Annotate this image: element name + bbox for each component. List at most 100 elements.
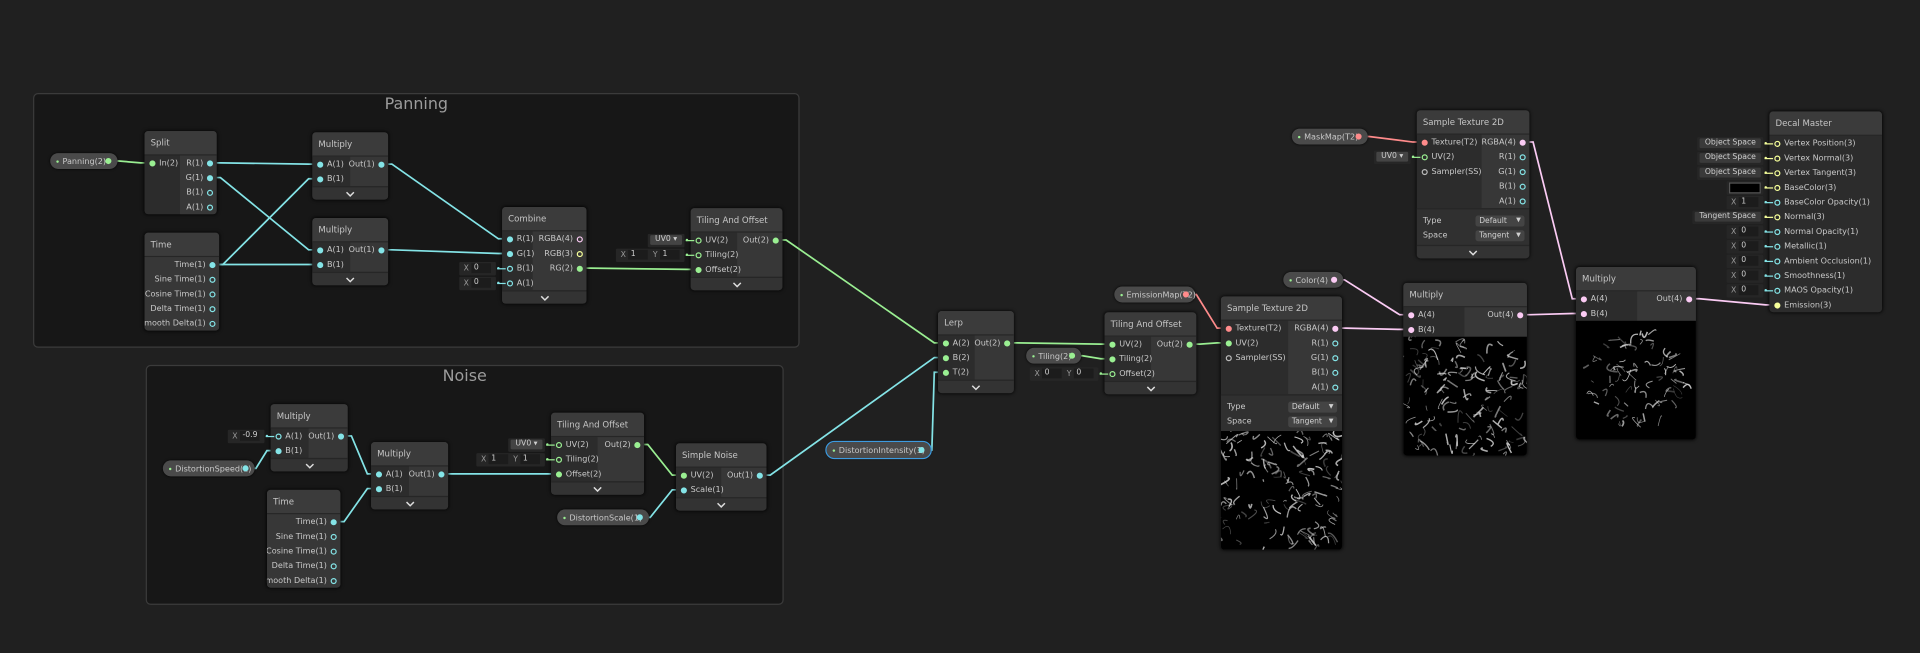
empty-port-icon[interactable] <box>206 189 213 196</box>
collapse-toggle-button[interactable] <box>312 186 389 200</box>
empty-port-icon[interactable] <box>1773 257 1780 264</box>
space-dropdown[interactable]: Object Space <box>1699 138 1761 149</box>
node-decal[interactable]: Decal Master Vertex Position(3) Vertex Nor… <box>1769 111 1883 313</box>
property-color[interactable]: Color(4) <box>1283 271 1344 288</box>
connected-port-icon[interactable] <box>694 266 702 273</box>
connected-port-icon[interactable] <box>1185 341 1193 348</box>
connected-port-icon[interactable] <box>1580 295 1587 302</box>
node-st2[interactable]: Sample Texture 2D Texture(T2) UV(2) Sampler… <box>1416 110 1530 259</box>
empty-port-icon[interactable] <box>206 203 213 211</box>
inline-vec-field[interactable]: X1Y1 <box>615 247 685 262</box>
edge-st1-to-mul5[interactable] <box>1334 327 1411 331</box>
node-title[interactable]: Multiply <box>270 404 348 429</box>
node-time2[interactable]: Time Time(1) Sine Time(1) Cosine Time(1) Del… <box>266 489 341 588</box>
space-dropdown[interactable]: Tangent Space <box>1694 211 1761 222</box>
uv-channel-dropdown[interactable]: UV0 ▾ <box>510 439 543 450</box>
collapse-toggle-button[interactable] <box>270 457 348 472</box>
collapse-toggle-button[interactable] <box>502 290 587 304</box>
empty-port-icon[interactable] <box>555 456 562 463</box>
value-input[interactable]: 0 <box>1738 255 1759 266</box>
value-input[interactable]: 0 <box>1738 285 1759 296</box>
collapse-toggle-button[interactable] <box>1104 380 1197 395</box>
empty-port-icon[interactable] <box>1773 198 1780 206</box>
empty-port-icon[interactable] <box>1331 354 1338 361</box>
empty-port-icon[interactable] <box>1108 370 1115 377</box>
connected-port-icon[interactable] <box>1354 133 1362 140</box>
value-input[interactable]: 0 <box>1738 226 1759 237</box>
connected-port-icon[interactable] <box>375 485 382 492</box>
inline-vec-field[interactable]: X0 <box>1726 268 1764 283</box>
node-title[interactable]: Split <box>144 131 217 156</box>
inline-color-field[interactable] <box>1726 180 1764 195</box>
inline-text-field[interactable]: Object Space <box>1697 136 1764 151</box>
empty-port-icon[interactable] <box>1518 183 1526 190</box>
node-time1[interactable]: Time Time(1) Sine Time(1) Cosine Time(1) Del… <box>144 232 220 331</box>
connected-port-icon[interactable] <box>680 486 687 493</box>
connected-port-icon[interactable] <box>772 236 779 244</box>
edge-mul5-to-mul6[interactable] <box>1519 312 1584 316</box>
node-title[interactable]: Time <box>144 232 220 258</box>
empty-port-icon[interactable] <box>1331 369 1338 376</box>
node-title[interactable]: Multiply <box>371 442 449 467</box>
empty-port-icon[interactable] <box>694 251 702 258</box>
node-title[interactable]: Sample Texture 2D <box>1220 296 1343 321</box>
node-title[interactable]: Simple Noise <box>675 443 767 468</box>
value-input[interactable]: 0 <box>1738 270 1759 281</box>
connected-port-icon[interactable] <box>633 441 640 448</box>
empty-port-icon[interactable] <box>1518 153 1526 160</box>
inline-vec-field[interactable]: X -0.9 <box>227 429 265 443</box>
connected-port-icon[interactable] <box>1518 138 1526 146</box>
inline-dropdown-field[interactable]: UV0 ▾ <box>647 233 685 247</box>
property-dscale[interactable]: DistortionScale(1) <box>557 509 649 526</box>
inline-vec-field[interactable]: X1 <box>1726 195 1764 209</box>
node-st1[interactable]: Sample Texture 2D Texture(T2) UV(2) Sampler… <box>1220 296 1343 550</box>
connected-port-icon[interactable] <box>1407 326 1414 333</box>
inline-text-field[interactable]: Tangent Space <box>1692 210 1764 224</box>
space-dropdown[interactable]: Object Space <box>1699 167 1761 178</box>
connected-port-icon[interactable] <box>756 472 763 479</box>
node-combine[interactable]: Combine R(1) G(1) B(1) A(1) RGBA(4) RGB(3) RG(2… <box>502 206 587 304</box>
connected-port-icon[interactable] <box>1003 339 1010 346</box>
node-title[interactable]: Tiling And Offset <box>1104 312 1197 337</box>
inline-text-field[interactable]: Object Space <box>1697 165 1764 180</box>
connected-port-icon[interactable] <box>206 159 213 166</box>
value-input[interactable]: 1 <box>488 454 509 465</box>
connected-port-icon[interactable] <box>1516 311 1523 318</box>
connected-port-icon[interactable] <box>437 470 444 477</box>
empty-port-icon[interactable] <box>330 577 337 584</box>
node-title[interactable]: Multiply <box>1403 282 1527 308</box>
empty-port-icon[interactable] <box>1773 213 1780 220</box>
inline-vec-field[interactable]: X0 <box>458 261 496 275</box>
empty-port-icon[interactable] <box>1773 140 1780 147</box>
empty-port-icon[interactable] <box>576 250 583 257</box>
node-mul3[interactable]: Multiply A(1) B(1) Out(1) <box>270 404 348 472</box>
node-title[interactable]: Combine <box>502 206 587 232</box>
inline-vec-field[interactable]: X0 <box>1726 283 1764 297</box>
space-dropdown[interactable]: Object Space <box>1699 153 1761 163</box>
inline-dropdown-field[interactable]: UV0 ▾ <box>508 437 545 452</box>
empty-port-icon[interactable] <box>208 276 215 283</box>
node-title[interactable]: Tiling And Offset <box>551 412 645 438</box>
value-input[interactable]: 0 <box>1738 241 1759 252</box>
empty-port-icon[interactable] <box>208 305 215 312</box>
edge-to1-to-lerp[interactable] <box>775 239 946 344</box>
edge-mul6-to-decal[interactable] <box>1688 297 1777 306</box>
collapse-toggle-button[interactable] <box>1416 244 1530 259</box>
connected-port-icon[interactable] <box>1330 276 1337 283</box>
connected-port-icon[interactable] <box>1225 339 1232 346</box>
value-input[interactable]: 0 <box>471 277 492 288</box>
empty-port-icon[interactable] <box>1773 287 1780 294</box>
empty-port-icon[interactable] <box>1518 197 1526 204</box>
connected-port-icon[interactable] <box>636 514 643 521</box>
connected-port-icon[interactable] <box>1108 355 1115 362</box>
connected-port-icon[interactable] <box>1773 301 1780 308</box>
connected-port-icon[interactable] <box>316 161 323 168</box>
connected-port-icon[interactable] <box>1182 291 1189 298</box>
node-mul2[interactable]: Multiply A(1) B(1) Out(1) <box>312 217 389 286</box>
setting-space-dropdown[interactable]: Tangent ▼ <box>1475 229 1525 241</box>
connected-port-icon[interactable] <box>1331 325 1338 332</box>
connected-port-icon[interactable] <box>917 446 924 454</box>
node-title[interactable]: Multiply <box>312 217 389 243</box>
property-dint[interactable]: DistortionIntensity(1) <box>825 440 932 460</box>
setting-space-dropdown[interactable]: Tangent ▼ <box>1288 415 1338 427</box>
